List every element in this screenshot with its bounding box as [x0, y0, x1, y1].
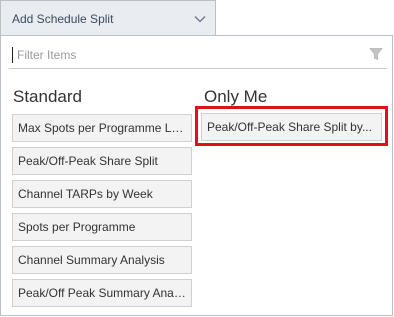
dropdown-label: Add Schedule Split [12, 11, 114, 26]
standard-item-peak-summary-analysis[interactable]: Peak/Off Peak Summary Anal... [12, 279, 192, 307]
filter-items-input[interactable]: Filter Items [9, 43, 387, 69]
add-schedule-split-dropdown[interactable]: Add Schedule Split [0, 0, 216, 36]
item-label: Peak/Off Peak Summary Anal... [18, 286, 186, 300]
text-caret [12, 47, 13, 63]
standard-item-max-spots[interactable]: Max Spots per Programme Le... [12, 114, 192, 142]
item-label: Max Spots per Programme Le... [18, 121, 186, 135]
only-me-heading: Only Me [204, 87, 268, 106]
filter-placeholder: Filter Items [17, 48, 77, 62]
standard-item-peak-share-split[interactable]: Peak/Off-Peak Share Split [12, 147, 192, 175]
item-label: Spots per Programme [18, 220, 136, 234]
standard-heading: Standard [13, 87, 82, 106]
funnel-icon[interactable] [369, 47, 383, 61]
item-label: Channel TARPs by Week [18, 187, 153, 201]
highlight-box [195, 106, 388, 146]
standard-item-channel-summary[interactable]: Channel Summary Analysis [12, 246, 192, 274]
item-label: Peak/Off-Peak Share Split [18, 154, 158, 168]
item-label: Channel Summary Analysis [18, 253, 165, 267]
chevron-down-icon [194, 15, 206, 22]
standard-item-spots-per-programme[interactable]: Spots per Programme [12, 213, 192, 241]
standard-item-channel-tarps[interactable]: Channel TARPs by Week [12, 180, 192, 208]
